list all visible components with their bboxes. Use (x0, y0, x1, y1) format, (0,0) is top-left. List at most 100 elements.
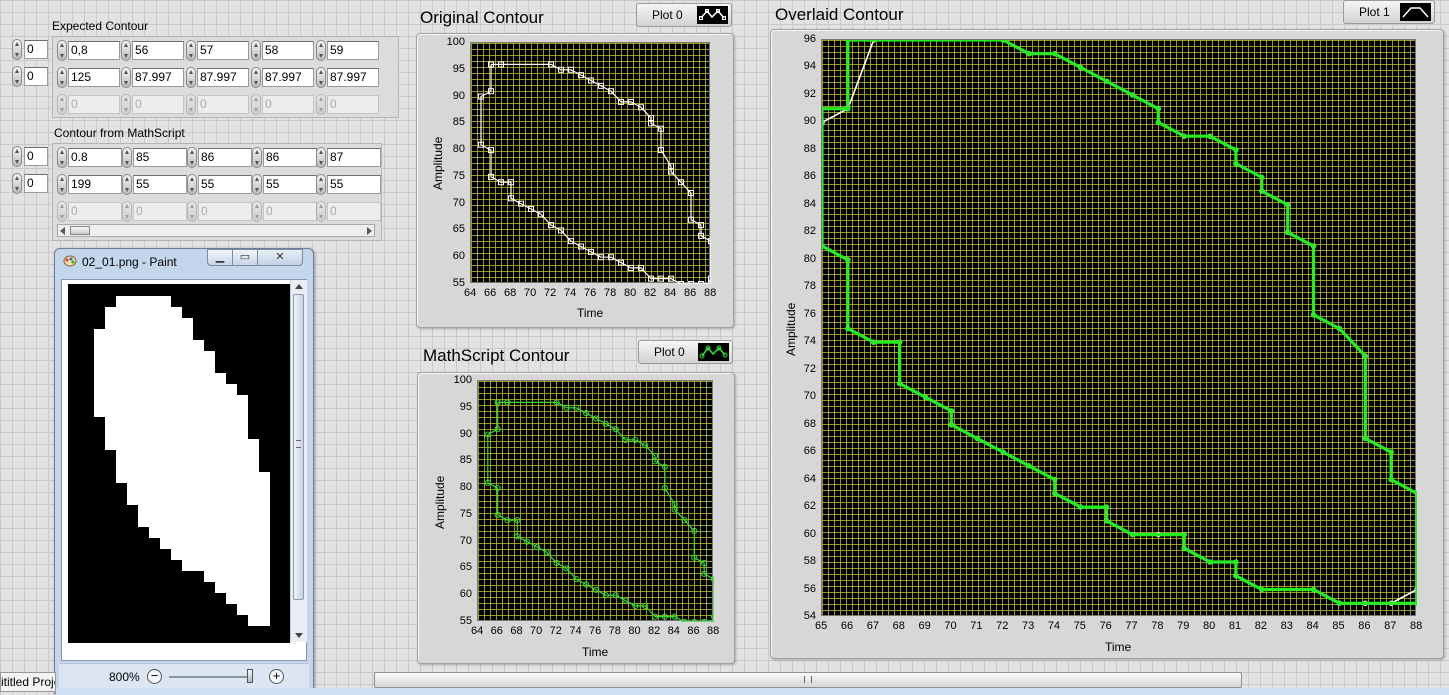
plot-area[interactable] (470, 42, 711, 284)
array-cell[interactable]: 59 (327, 41, 379, 60)
project-tab[interactable]: ititled Proje (0, 672, 56, 692)
cell-spinner[interactable] (122, 201, 132, 222)
cell-spinner[interactable] (251, 94, 261, 115)
row-index-field[interactable]: 0 (24, 40, 48, 59)
array-cell[interactable]: 199 (68, 175, 122, 194)
cell-spinner[interactable] (121, 94, 131, 115)
x-tick-label: 68 (510, 625, 523, 637)
series-line-plot-0 (487, 401, 714, 622)
array-cell[interactable]: 57 (197, 41, 249, 60)
cell-spinner[interactable] (57, 94, 67, 115)
original-plot-legend[interactable]: Plot 0 (636, 3, 732, 27)
series-line-plot-1 (822, 40, 1417, 605)
paint-image[interactable] (68, 284, 290, 643)
cell-spinner[interactable] (316, 67, 326, 88)
x-tick-label: 78 (608, 625, 621, 637)
cell-spinner[interactable] (316, 147, 326, 168)
array-cell[interactable]: 55 (327, 175, 381, 194)
array-cell[interactable]: 0,8 (68, 41, 120, 60)
cell-spinner[interactable] (316, 201, 326, 222)
cell-spinner[interactable] (187, 201, 197, 222)
cell-spinner[interactable] (316, 174, 326, 195)
row-index-spinner[interactable] (12, 146, 22, 167)
array-cell[interactable]: 87.997 (262, 68, 314, 87)
cell-spinner[interactable] (251, 67, 261, 88)
array-cell[interactable]: 86 (198, 148, 252, 167)
row-index-field[interactable]: 0 (24, 147, 48, 166)
data-point (1129, 531, 1136, 538)
array-cell[interactable]: 86 (263, 148, 317, 167)
col-index-field[interactable]: 0 (24, 174, 48, 193)
array-cell[interactable]: 125 (68, 68, 120, 87)
cell-spinner[interactable] (57, 174, 67, 195)
array-cell[interactable]: 87 (327, 148, 381, 167)
zoom-slider-track[interactable] (169, 676, 251, 678)
array-cell[interactable]: 87.997 (327, 68, 379, 87)
plot-area[interactable] (821, 39, 1417, 616)
array-cell[interactable]: 55 (198, 175, 252, 194)
cell-spinner[interactable] (186, 94, 196, 115)
array-horizontal-scrollbar[interactable] (57, 224, 375, 237)
overlaid-plot-legend[interactable]: Plot 1 (1343, 0, 1435, 24)
cell-spinner[interactable] (187, 147, 197, 168)
data-point (1052, 490, 1058, 496)
maximize-button[interactable]: ▭ (232, 249, 258, 266)
scroll-down-arrow-icon[interactable] (295, 633, 303, 638)
col-index-spinner[interactable] (12, 173, 22, 194)
array-cell[interactable]: 55 (133, 175, 187, 194)
cell-spinner[interactable] (252, 201, 262, 222)
zoom-in-button[interactable]: + (269, 669, 284, 684)
y-tick-label: 88 (803, 142, 816, 155)
front-panel-horizontal-scrollbar[interactable] (374, 672, 1242, 688)
array-cell[interactable]: 55 (263, 175, 317, 194)
cell-spinner[interactable] (122, 147, 132, 168)
data-point (1310, 243, 1317, 249)
array-cell: 0 (133, 202, 187, 221)
x-tick-label: 81 (1228, 620, 1242, 632)
cell-spinner[interactable] (186, 67, 196, 88)
data-point (1181, 531, 1187, 538)
zoom-out-button[interactable]: − (147, 669, 162, 684)
plot-area[interactable] (477, 380, 714, 622)
cell-spinner[interactable] (57, 147, 67, 168)
array-cell[interactable]: 85 (133, 148, 187, 167)
scroll-right-arrow-icon[interactable] (367, 227, 372, 235)
data-point (1414, 600, 1417, 606)
x-tick-label: 84 (664, 287, 677, 299)
cell-spinner[interactable] (316, 94, 326, 115)
cell-spinner[interactable] (121, 40, 131, 61)
col-index-spinner[interactable] (12, 66, 22, 87)
paint-vertical-scrollbar[interactable] (290, 280, 307, 642)
array-cell[interactable]: 87.997 (197, 68, 249, 87)
minimize-button[interactable]: ▁ (207, 249, 233, 266)
x-tick-label: 80 (1203, 620, 1216, 632)
cell-spinner[interactable] (121, 67, 131, 88)
cell-spinner[interactable] (251, 40, 261, 61)
paint-title-bar[interactable]: 02_01.png - Paint ▁ ▭ ✕ (55, 249, 313, 273)
cell-spinner[interactable] (186, 40, 196, 61)
cell-spinner[interactable] (252, 174, 262, 195)
data-point (1078, 64, 1084, 71)
array-cell[interactable]: 87.997 (132, 68, 184, 87)
cell-spinner[interactable] (316, 40, 326, 61)
cell-spinner[interactable] (57, 201, 67, 222)
scroll-thumb[interactable] (70, 226, 90, 235)
scroll-left-arrow-icon[interactable] (60, 227, 65, 235)
row-index-spinner[interactable] (12, 39, 22, 60)
paint-window[interactable]: 02_01.png - Paint ▁ ▭ ✕ 800% − + (54, 248, 314, 694)
x-tick-label: 86 (1358, 620, 1371, 632)
mathscript-plot-legend[interactable]: Plot 0 (638, 340, 733, 364)
scroll-up-arrow-icon[interactable] (295, 284, 303, 289)
array-cell[interactable]: 0.8 (68, 148, 122, 167)
cell-spinner[interactable] (122, 174, 132, 195)
cell-spinner[interactable] (57, 40, 67, 61)
cell-spinner[interactable] (252, 147, 262, 168)
array-cell[interactable]: 58 (262, 41, 314, 60)
col-index-field[interactable]: 0 (24, 67, 48, 86)
data-point (1233, 559, 1239, 565)
cell-spinner[interactable] (187, 174, 197, 195)
array-cell[interactable]: 56 (132, 41, 184, 60)
zoom-slider-thumb[interactable] (247, 669, 253, 683)
close-button[interactable]: ✕ (257, 249, 303, 266)
cell-spinner[interactable] (57, 67, 67, 88)
